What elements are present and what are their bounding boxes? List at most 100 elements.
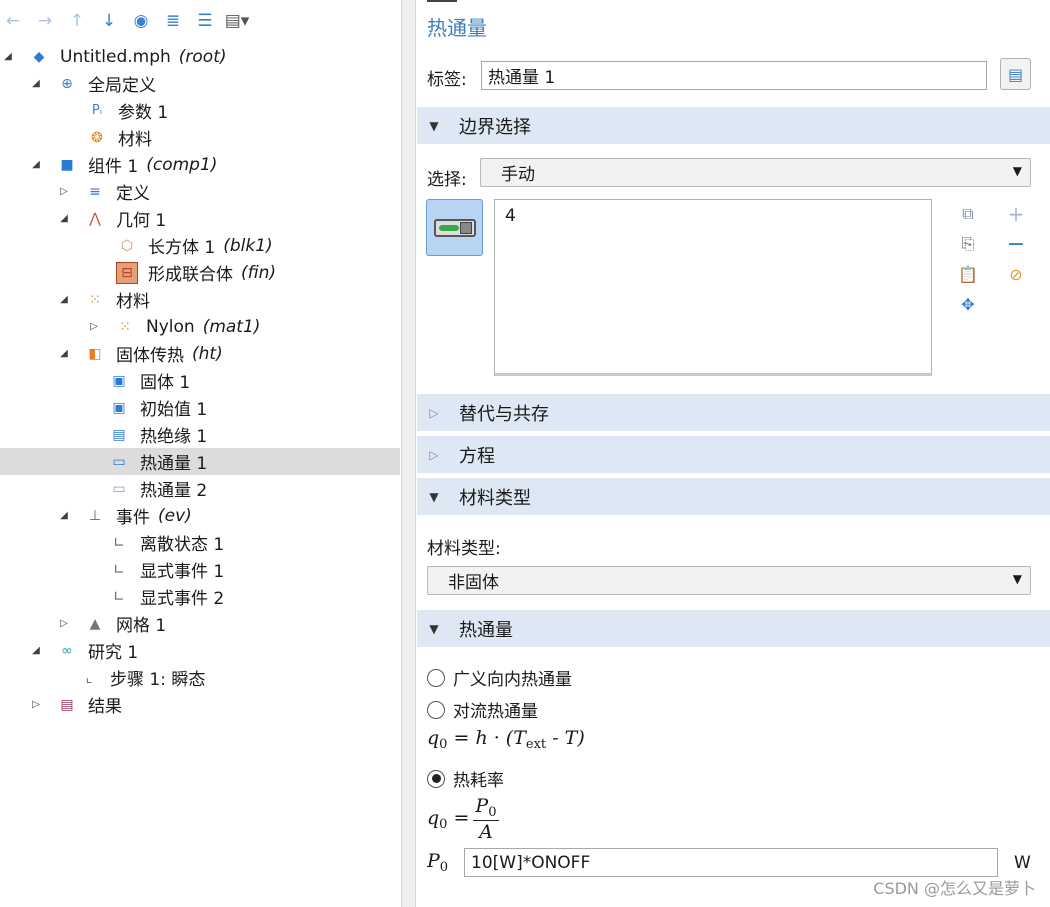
comment-button[interactable]: ▤ [1000,58,1031,90]
tree-node-explicit-event-1[interactable]: ∟ 显式事件 1 [108,556,224,583]
expand-all-icon[interactable]: ☰ [194,10,216,32]
radio-circle-selected[interactable] [427,769,445,788]
collapsed-icon[interactable]: ▷ [56,184,72,200]
settings-pane: 热通量 标签: 热通量 1 ▤ ▼ 边界选择 选择: 手动 ▼ 4 ⧉ ⎘ 📋 … [417,0,1050,907]
collapsed-icon[interactable]: ▷ [86,319,102,335]
expanded-icon[interactable]: ◢ [56,346,72,362]
tree-node-insulation[interactable]: ▤ 热绝缘 1 [108,421,207,448]
clipboard-icon[interactable]: 📋 [957,263,979,285]
tree-node-study[interactable]: ◢ ∞ 研究 1 [28,637,138,664]
tree-node-label: 材料 [116,292,150,312]
tree-node-nylon[interactable]: ▷ ⁙ Nylon (mat1) [86,313,260,340]
pane-splitter[interactable] [402,0,416,907]
definitions-icon: ≡ [89,183,101,200]
block-icon: ⬡ [120,237,134,254]
tree-node-heat-flux-2[interactable]: ▭ 热通量 2 [108,475,207,502]
expanded-icon[interactable]: ◢ [56,508,72,524]
radio-label: 热耗率 [453,771,504,791]
back-arrow-icon[interactable]: ← [2,10,24,32]
tree-node-tag: (ht) [192,343,223,364]
tree-node-global-defs[interactable]: ◢ ⊕ 全局定义 [28,70,156,97]
tree-node-mesh[interactable]: ▷ ▲ 网格 1 [56,610,166,637]
tree-node-form-union[interactable]: ⊟ 形成联合体 (fin) [116,259,276,286]
tree-node-label: 组件 1 [88,157,139,177]
tree-node-label: 几何 1 [116,211,167,231]
clear-selection-icon[interactable]: ⊘ [1005,263,1027,285]
label-input[interactable]: 热通量 1 [481,61,987,90]
radio-circle[interactable] [427,700,445,719]
tree-node-label: 热通量 2 [140,481,208,501]
tree-node-label: 初始值 1 [140,400,208,420]
selection-list-item[interactable]: 4 [505,206,921,226]
expanded-icon[interactable]: ◢ [0,49,16,65]
collapse-all-icon[interactable]: ≣ [162,10,184,32]
section-equation[interactable]: ▷ 方程 [417,435,1050,473]
tree-node-heat-transfer[interactable]: ◢ ◧ 固体传热 (ht) [56,340,223,367]
expanded-icon[interactable]: ◢ [28,76,44,92]
section-boundary-selection[interactable]: ▼ 边界选择 [417,106,1050,144]
tree-node-definitions[interactable]: ▷ ≡ 定义 [56,178,150,205]
event-feature-icon: ∟ [113,534,125,551]
tree-node-param[interactable]: Pᵢ 参数 1 [86,97,168,124]
expanded-icon[interactable]: ◢ [28,643,44,659]
move-up-icon[interactable]: ↑ [66,10,88,32]
tree-node-tag: (ev) [158,505,192,526]
tree-node-label: 热绝缘 1 [140,427,208,447]
model-builder-pane: ← → ↑ ↓ ◉ ≣ ☰ ▤▾ ◢ ◆ Untitled.mph (root)… [0,0,402,907]
tree-node-label: 网格 1 [116,616,167,636]
tree-node-solid[interactable]: ▣ 固体 1 [108,367,190,394]
tree-node-discrete-states[interactable]: ∟ 离散状态 1 [108,529,224,556]
expanded-icon[interactable]: ◢ [28,157,44,173]
radio-circle[interactable] [427,668,445,687]
heat-transfer-icon: ◧ [88,345,102,362]
section-material-type[interactable]: ▼ 材料类型 [417,477,1050,515]
show-icon[interactable]: ◉ [130,10,152,32]
tree-node-study-step[interactable]: ⌞ 步骤 1: 瞬态 [78,664,206,691]
p0-input[interactable]: 10[W]*ONOFF [464,848,998,877]
model-toolbar: ← → ↑ ↓ ◉ ≣ ☰ ▤▾ [0,4,250,38]
boundary-feature-icon: ▭ [112,480,126,497]
paste-selection-icon[interactable]: ⎘ [957,233,979,255]
remove-icon[interactable]: − [1005,232,1027,257]
radio-general-inward-flux[interactable]: 广义向内热通量 [427,665,572,690]
tree-node-events[interactable]: ◢ ⊥ 事件 (ev) [56,502,192,529]
move-down-icon[interactable]: ↓ [98,10,120,32]
expanded-icon[interactable]: ◢ [56,292,72,308]
section-title: 边界选择 [459,116,531,138]
section-override[interactable]: ▷ 替代与共存 [417,393,1050,431]
zoom-to-selection-icon[interactable]: ✥ [957,293,979,315]
tree-node-materials-global[interactable]: ❂ 材料 [86,124,152,151]
domain-feature-icon: ▣ [112,372,126,389]
p0-unit: W [1014,853,1031,873]
tree-node-explicit-event-2[interactable]: ∟ 显式事件 2 [108,583,224,610]
selection-list[interactable]: 4 [494,199,932,376]
model-root-icon: ◆ [33,48,45,65]
tree-node-component[interactable]: ◢ ■ 组件 1 (comp1) [28,151,217,178]
tree-node-label: Untitled.mph [60,46,171,67]
radio-convective-flux[interactable]: 对流热通量 [427,697,538,722]
section-title: 材料类型 [459,487,531,509]
selection-dropdown[interactable]: 手动 ▼ [480,158,1031,187]
forward-arrow-icon[interactable]: → [34,10,56,32]
tree-node-results[interactable]: ▷ ▤ 结果 [28,691,122,718]
tree-node-block[interactable]: ⬡ 长方体 1 (blk1) [116,232,273,259]
material-type-caption: 材料类型: [427,539,501,559]
tree-node-tag: (comp1) [146,154,218,175]
tree-node-geometry[interactable]: ◢ ⋀ 几何 1 [56,205,166,232]
collapsed-icon[interactable]: ▷ [56,616,72,632]
section-heat-flux[interactable]: ▼ 热通量 [417,609,1050,647]
toggle-selection-icon [433,218,476,237]
radio-heat-rate[interactable]: 热耗率 [427,766,504,791]
activate-selection-button[interactable] [426,199,483,256]
collapsed-icon[interactable]: ▷ [28,697,44,713]
add-icon[interactable]: + [1005,202,1027,226]
tree-node-label: 热通量 1 [140,454,208,474]
tree-node-root[interactable]: ◢ ◆ Untitled.mph (root) [0,43,226,70]
expanded-icon[interactable]: ◢ [56,211,72,227]
tree-node-materials[interactable]: ◢ ⁙ 材料 [56,286,150,313]
copy-selection-icon[interactable]: ⧉ [957,203,979,225]
view-options-icon[interactable]: ▤▾ [225,10,250,32]
material-type-dropdown[interactable]: 非固体 ▼ [427,566,1031,595]
tree-node-initial-values[interactable]: ▣ 初始值 1 [108,394,207,421]
tree-node-heat-flux-1[interactable]: ▭ 热通量 1 [0,448,400,475]
